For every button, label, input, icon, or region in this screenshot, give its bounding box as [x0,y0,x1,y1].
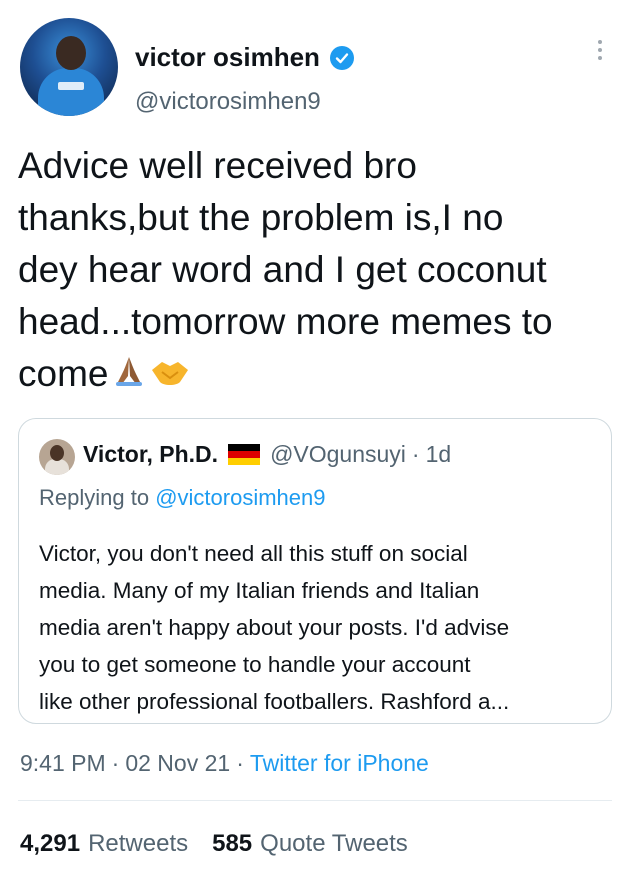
tweet-source-link[interactable]: Twitter for iPhone [250,750,429,777]
avatar-jersey-logo [58,82,84,90]
replying-to-handle[interactable]: @victorosimhen9 [155,485,325,510]
quoted-timestamp: 1d [425,441,452,467]
author-handle[interactable]: @victorosimhen9 [135,88,321,116]
tweet-line: thanks,but the problem is,I no [18,197,504,238]
tweet-meta: 9:41 PM · 02 Nov 21 · Twitter for iPhone [20,750,429,777]
retweets-count[interactable]: 4,291 [20,830,80,858]
verified-badge-icon [329,45,354,70]
quoted-tweet[interactable]: Victor, Ph.D. @VOgunsuyi · 1d Replying t… [18,418,612,724]
author-avatar[interactable] [20,18,118,116]
replying-to: Replying to @victorosimhen9 [39,485,326,511]
tweet-time: 9:41 PM [20,750,106,776]
tweet-stats: 4,291 Retweets 585 Quote Tweets [20,830,424,858]
more-options-icon[interactable] [596,40,604,60]
quoted-line: media. Many of my Italian friends and It… [39,578,480,603]
meta-separator: · [236,750,244,776]
tweet-last-line: come [18,348,608,402]
quoted-author-handle[interactable]: @VOgunsuyi [270,441,406,468]
quoted-author-avatar[interactable] [39,439,75,475]
quoted-line: media aren't happy about your posts. I'd… [39,615,510,640]
avatar-torso [38,68,104,116]
tweet-line: come [18,353,109,394]
quoted-line: Victor, you don't need all this stuff on… [39,541,468,566]
quoted-line: you to get someone to handle your accoun… [39,652,471,677]
tweet-date: 02 Nov 21 [125,750,231,776]
author-name-row: victor osimhen [135,42,354,73]
folded-hands-emoji [112,350,146,402]
tweet-line: dey hear word and I get coconut [18,249,547,290]
tweet-line: Advice well received bro [18,145,417,186]
quoted-author-name[interactable]: Victor, Ph.D. [83,441,218,468]
quoted-separator: · [411,441,420,467]
retweets-label[interactable]: Retweets [88,830,188,858]
quoted-avatar-head [50,445,64,461]
quoted-name-row: Victor, Ph.D. @VOgunsuyi · 1d [83,441,451,468]
tweet-header: victor osimhen @victorosimhen9 [20,18,610,118]
divider [18,800,612,801]
meta-separator: · [111,750,120,776]
quoted-tweet-text: Victor, you don't need all this stuff on… [39,535,599,720]
replying-to-prefix: Replying to [39,485,150,510]
tweet-line: head...tomorrow more memes to [18,301,553,342]
quoted-line: like other professional footballers. Ras… [39,689,510,714]
author-name[interactable]: victor osimhen [135,42,320,73]
quote-tweets-label[interactable]: Quote Tweets [260,830,408,858]
avatar-head [56,36,86,70]
tweet-text: Advice well received bro thanks,but the … [18,140,608,402]
quote-tweets-count[interactable]: 585 [212,830,252,858]
quoted-avatar-body [45,459,69,475]
handshake-emoji [150,350,190,402]
german-flag-icon [228,444,261,465]
